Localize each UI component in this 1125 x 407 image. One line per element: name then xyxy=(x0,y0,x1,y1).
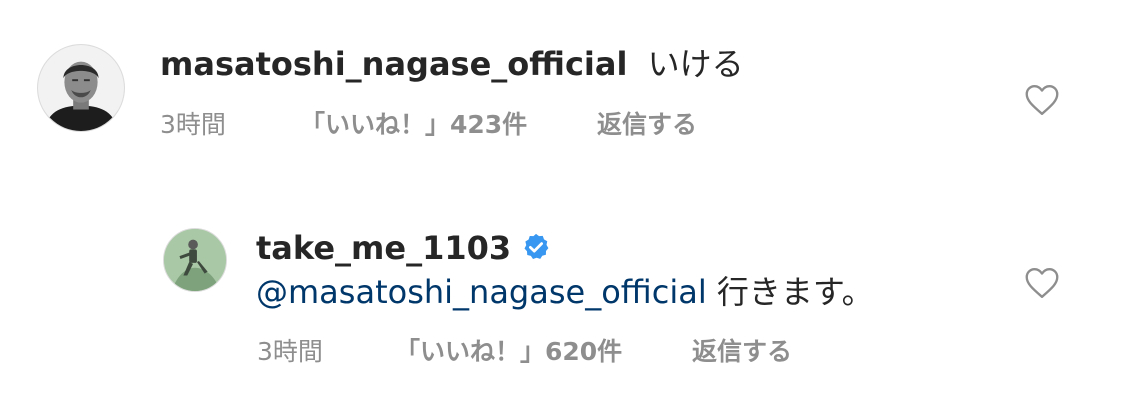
mention-link[interactable]: @masatoshi_nagase_official xyxy=(256,273,707,311)
avatar[interactable] xyxy=(163,228,227,292)
comment-line: masatoshi_nagase_official いける xyxy=(160,44,744,84)
heart-icon[interactable] xyxy=(1024,267,1060,299)
reply-button[interactable]: 返信する xyxy=(692,337,792,367)
reply-button[interactable]: 返信する xyxy=(597,110,697,140)
comment-meta: 3時間 「いいね！」423件 返信する xyxy=(160,110,760,140)
comment-thread: { "comments": [ { "username": "masatoshi… xyxy=(0,0,1125,407)
comment-line: take_me_1103 xyxy=(256,228,551,268)
avatar-photo xyxy=(38,45,124,131)
comment-text: いける xyxy=(647,45,744,83)
username[interactable]: take_me_1103 xyxy=(256,229,511,267)
comment-time: 3時間 xyxy=(257,337,323,366)
heart-icon[interactable] xyxy=(1024,84,1060,116)
avatar-photo xyxy=(164,229,226,291)
avatar[interactable] xyxy=(37,44,125,132)
comment-time: 3時間 xyxy=(160,110,226,139)
comment-body: @masatoshi_nagase_official 行きます。 xyxy=(256,272,874,312)
username[interactable]: masatoshi_nagase_official xyxy=(160,45,627,83)
likes-count[interactable]: 「いいね！」423件 xyxy=(300,110,527,140)
comment-meta: 3時間 「いいね！」620件 返信する xyxy=(257,337,857,367)
comment-text: 行きます。 xyxy=(706,273,874,311)
likes-count[interactable]: 「いいね！」620件 xyxy=(395,337,622,367)
verified-badge-icon xyxy=(521,232,551,262)
